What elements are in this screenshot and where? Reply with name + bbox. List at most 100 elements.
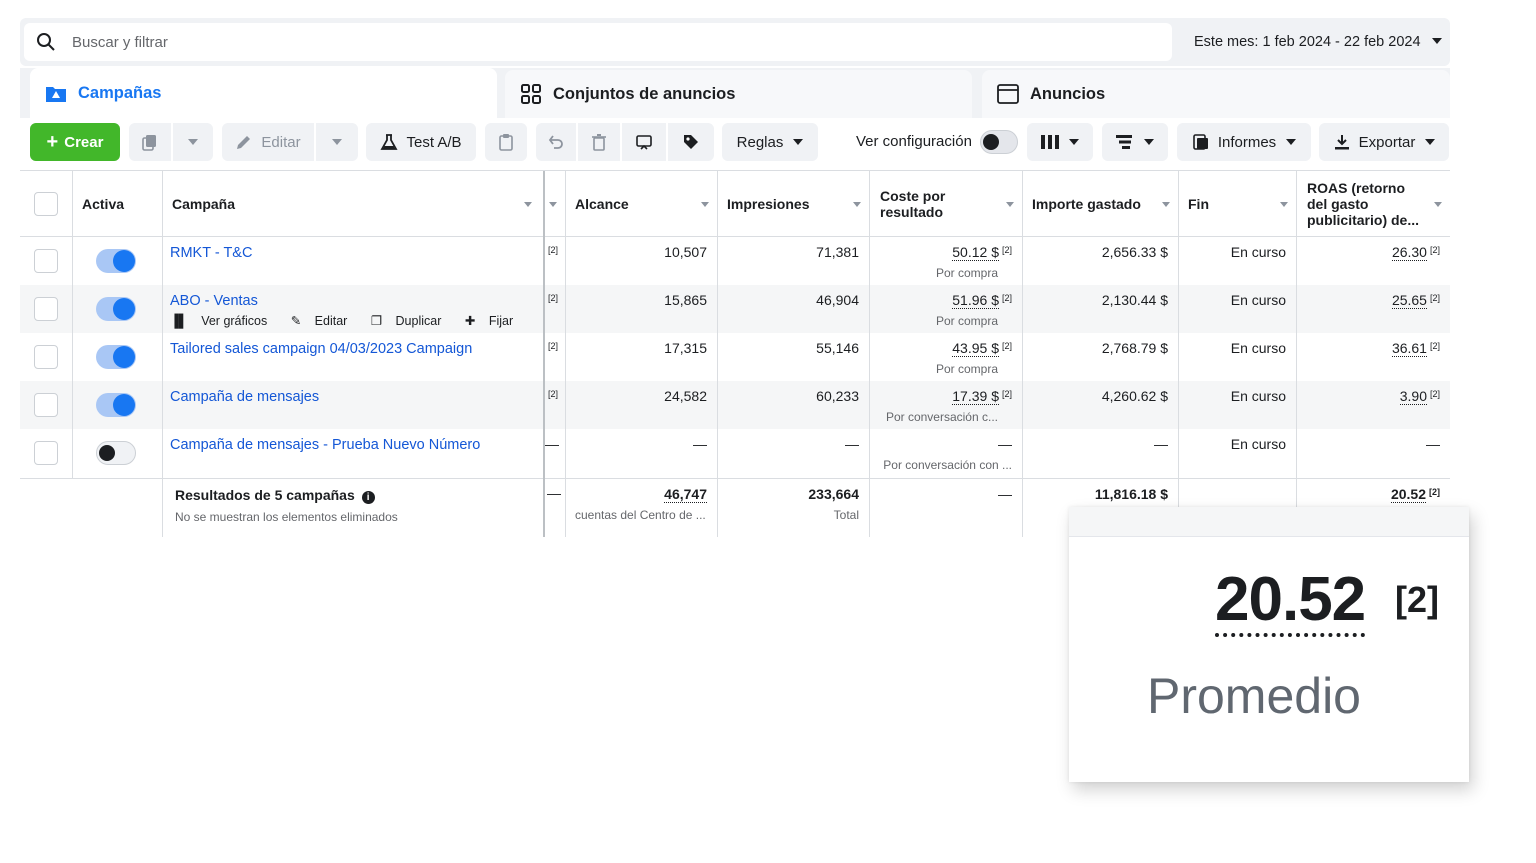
- tab-campaigns[interactable]: Campañas: [30, 68, 497, 118]
- cost-per-result-value: 50.12 $: [952, 244, 999, 261]
- row-checkbox[interactable]: [34, 393, 58, 417]
- totals-impressions-note: Total: [833, 508, 859, 522]
- table-row[interactable]: RMKT - T&C [2] 10,507 71,381 50.12 $ [2] …: [20, 237, 1450, 285]
- date-range-picker[interactable]: Este mes: 1 feb 2024 - 22 feb 2024: [1180, 23, 1450, 61]
- cost-result-type: Por compra: [935, 314, 998, 328]
- chevron-down-icon: [793, 139, 804, 145]
- end-value: En curso: [1230, 436, 1286, 452]
- cost-per-result-cell: — Por conversación con ...: [870, 429, 1022, 477]
- edit-menu-button[interactable]: [316, 123, 358, 161]
- breakdown-button[interactable]: [1102, 123, 1168, 161]
- column-header-end[interactable]: Fin: [1178, 171, 1296, 237]
- amount-spent-value: 2,768.79 $: [1101, 340, 1168, 356]
- ab-test-button-label: Test A/B: [406, 133, 462, 151]
- campaign-toggle[interactable]: [96, 249, 136, 273]
- pin-action[interactable]: ✚ Fijar: [465, 314, 523, 328]
- reference-marker: [2]: [1001, 245, 1012, 255]
- column-header-amount-spent[interactable]: Importe gastado: [1022, 171, 1178, 237]
- search-bar: Este mes: 1 feb 2024 - 22 feb 2024: [20, 18, 1450, 66]
- reach-value: 24,582: [664, 388, 707, 404]
- campaign-toggle[interactable]: [96, 297, 136, 321]
- campaign-toggle[interactable]: [96, 393, 136, 417]
- column-header-active[interactable]: Activa: [72, 171, 162, 237]
- zoom-callout: 20.52 [2] Promedio: [1069, 507, 1469, 782]
- column-header-cost-per-result[interactable]: Coste por resultado: [870, 171, 1022, 237]
- impressions-value: 60,233: [816, 388, 859, 404]
- impressions-value: —: [845, 436, 859, 452]
- level-tabs: Campañas Conjuntos de anuncios Anuncios: [20, 68, 1450, 118]
- zoom-callout-header: [1069, 507, 1469, 537]
- cost-result-type: Por compra: [935, 362, 998, 376]
- campaign-toggle[interactable]: [96, 441, 136, 465]
- tab-ads[interactable]: Anuncios: [982, 70, 1450, 118]
- tab-campaigns-label: Campañas: [78, 83, 162, 102]
- chevron-down-icon: [188, 139, 198, 145]
- row-checkbox[interactable]: [34, 441, 58, 465]
- select-all-checkbox[interactable]: [34, 192, 58, 216]
- preview-button[interactable]: [622, 123, 666, 161]
- campaign-name: RMKT - T&C: [170, 245, 253, 261]
- ad-window-icon: [997, 84, 1019, 104]
- campaign-toggle[interactable]: [96, 345, 136, 369]
- roas-value: 36.61: [1391, 340, 1427, 357]
- columns-button[interactable]: [1027, 123, 1093, 161]
- edit-button[interactable]: Editar: [222, 123, 314, 161]
- reference-marker: [2]: [1001, 341, 1012, 351]
- view-charts-label: Ver gráficos: [201, 314, 268, 328]
- pin-icon: ✚: [464, 314, 476, 328]
- toggle-knob: [99, 445, 115, 461]
- table-row[interactable]: Campaña de mensajes [2] 24,582 60,233 17…: [20, 381, 1450, 429]
- cost-per-result-value: 17.39 $: [952, 388, 999, 405]
- tab-ad-sets[interactable]: Conjuntos de anuncios: [505, 70, 972, 118]
- campaign-name: Campaña de mensajes: [170, 389, 320, 405]
- search-input[interactable]: [72, 31, 1152, 53]
- roas-cell: 25.65 [2]: [1297, 285, 1450, 333]
- search-field[interactable]: [24, 23, 1172, 61]
- table-row[interactable]: ABO - Ventas ▐▌ Ver gráficos ✎ Editar ❐ …: [20, 285, 1450, 333]
- column-header-roas[interactable]: ROAS (retorno del gasto publicitario) de…: [1297, 171, 1450, 237]
- tag-button[interactable]: [668, 123, 714, 161]
- folder-icon: [46, 87, 66, 102]
- duplicate-action[interactable]: ❐ Duplicar: [371, 314, 452, 328]
- search-icon: [37, 33, 55, 51]
- roas-cell: 26.30 [2]: [1297, 237, 1450, 285]
- edit-action[interactable]: ✎ Editar: [291, 314, 358, 328]
- tab-ad-sets-label: Conjuntos de anuncios: [553, 84, 736, 103]
- undo-icon: [548, 135, 563, 149]
- column-header-impressions[interactable]: Impresiones: [717, 171, 869, 237]
- row-checkbox[interactable]: [34, 297, 58, 321]
- campaign-name: Campaña de mensajes - Prueba Nuevo Númer…: [170, 437, 481, 453]
- reach-value: 15,865: [664, 292, 707, 308]
- reach-value: 10,507: [664, 244, 707, 260]
- column-header-campaign[interactable]: Campaña: [162, 171, 540, 237]
- reference-marker: [2]: [1429, 389, 1440, 399]
- reports-button[interactable]: Informes: [1177, 123, 1311, 161]
- ab-test-button[interactable]: Test A/B: [366, 123, 476, 161]
- table-row[interactable]: Campaña de mensajes - Prueba Nuevo Númer…: [20, 429, 1450, 477]
- duplicate-button[interactable]: [129, 123, 171, 161]
- campaign-name: Tailored sales campaign 04/03/2023 Campa…: [170, 341, 473, 357]
- sort-icon: [701, 202, 709, 207]
- columns-icon: [1041, 135, 1059, 149]
- reference-marker: [2]: [1001, 293, 1012, 303]
- clipboard-icon: [499, 134, 513, 151]
- paste-button[interactable]: [485, 123, 527, 161]
- create-button[interactable]: + Crear: [30, 123, 120, 161]
- column-header-reach[interactable]: Alcance: [565, 171, 717, 237]
- view-charts-action[interactable]: ▐▌ Ver gráficos: [170, 314, 277, 328]
- view-settings-toggle[interactable]: [980, 130, 1018, 154]
- row-checkbox[interactable]: [34, 345, 58, 369]
- column-header-hidden[interactable]: [543, 171, 565, 237]
- undo-button[interactable]: [536, 123, 576, 161]
- campaign-name-link[interactable]: Campaña de mensajes - Prueba Nuevo Númer…: [170, 436, 480, 484]
- export-button[interactable]: Exportar: [1319, 123, 1449, 161]
- delete-button[interactable]: [578, 123, 620, 161]
- info-icon[interactable]: i: [361, 491, 375, 504]
- table-row[interactable]: Tailored sales campaign 04/03/2023 Campa…: [20, 333, 1450, 381]
- reference-marker: [2]: [1429, 487, 1440, 497]
- column-header-label: Importe gastado: [1032, 196, 1141, 212]
- totals-reach-cell: 46,747 cuentas del Centro de ...: [565, 479, 717, 527]
- rules-button[interactable]: Reglas: [722, 123, 818, 161]
- row-checkbox[interactable]: [34, 249, 58, 273]
- duplicate-menu-button[interactable]: [173, 123, 213, 161]
